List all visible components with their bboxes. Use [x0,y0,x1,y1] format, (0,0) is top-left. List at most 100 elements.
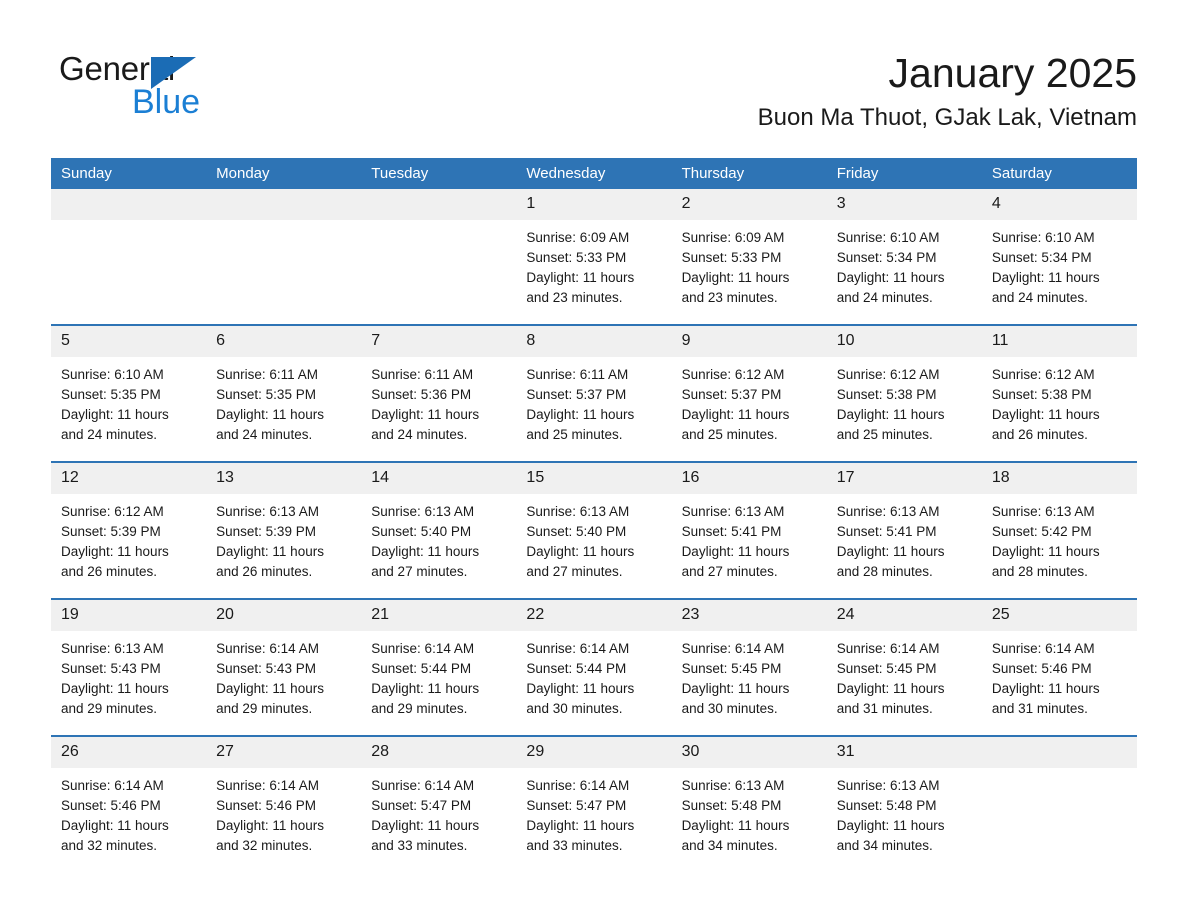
daylight-text-line1: Daylight: 11 hours [371,544,480,559]
calendar-day-cell[interactable]: 24 Sunrise: 6:14 AM Sunset: 5:45 PM Dayligh… [826,598,982,736]
calendar-day-cell[interactable]: 31 Sunrise: 6:13 AM Sunset: 5:48 PM Dayligh… [826,735,982,872]
day-details: Sunrise: 6:10 AM Sunset: 5:34 PM Daylight:… [827,220,982,308]
day-details: Sunrise: 6:10 AM Sunset: 5:35 PM Daylight:… [51,357,206,445]
calendar-day-cell[interactable]: 17 Sunrise: 6:13 AM Sunset: 5:41 PM Dayligh… [826,461,982,599]
calendar-day-cell[interactable]: 25 Sunrise: 6:14 AM Sunset: 5:46 PM Dayligh… [981,598,1137,736]
day-details: Sunrise: 6:12 AM Sunset: 5:39 PM Daylight:… [51,494,206,582]
calendar-day-cell[interactable]: 5 Sunrise: 6:10 AM Sunset: 5:35 PM Daylight… [51,324,207,462]
calendar-day-cell-empty [206,189,362,325]
day-number: 18 [981,463,1137,494]
calendar-day-cell[interactable]: 6 Sunrise: 6:11 AM Sunset: 5:35 PM Daylight… [206,324,362,462]
sunset-text: Sunset: 5:34 PM [991,250,1092,265]
calendar-day-cell[interactable]: 16 Sunrise: 6:13 AM Sunset: 5:41 PM Dayligh… [671,461,827,599]
day-details: Sunrise: 6:11 AM Sunset: 5:35 PM Daylight:… [206,357,361,445]
sunset-text: Sunset: 5:45 PM [836,661,937,676]
sunrise-text: Sunrise: 6:11 AM [216,367,318,382]
calendar-day-cell[interactable]: 23 Sunrise: 6:14 AM Sunset: 5:45 PM Dayligh… [671,598,827,736]
daylight-text-line2: and 33 minutes. [526,838,623,853]
day-number: 29 [516,737,672,768]
sunrise-text: Sunrise: 6:14 AM [216,778,319,793]
calendar-day-cell[interactable]: 18 Sunrise: 6:13 AM Sunset: 5:42 PM Dayligh… [981,461,1137,599]
daylight-text-line2: and 24 minutes. [371,427,468,442]
sunrise-text: Sunrise: 6:12 AM [991,367,1095,382]
calendar-day-cell[interactable]: 27 Sunrise: 6:14 AM Sunset: 5:46 PM Dayligh… [206,735,362,872]
day-number: 14 [361,463,517,494]
calendar-day-cell[interactable]: 11 Sunrise: 6:12 AM Sunset: 5:38 PM Dayligh… [981,324,1137,462]
sunrise-text: Sunrise: 6:14 AM [216,641,319,656]
daylight-text-line2: and 31 minutes. [991,701,1088,716]
calendar-day-cell[interactable]: 9 Sunrise: 6:12 AM Sunset: 5:37 PM Daylight… [671,324,827,462]
day-number: 16 [671,463,827,494]
daylight-text-line2: and 25 minutes. [836,427,933,442]
calendar-day-cell[interactable]: 30 Sunrise: 6:13 AM Sunset: 5:48 PM Dayligh… [671,735,827,872]
calendar-day-cell[interactable]: 7 Sunrise: 6:11 AM Sunset: 5:36 PM Daylight… [361,324,517,462]
daylight-text-line1: Daylight: 11 hours [216,407,324,422]
calendar-day-cell[interactable]: 19 Sunrise: 6:13 AM Sunset: 5:43 PM Dayligh… [51,598,207,736]
sunrise-text: Sunrise: 6:10 AM [836,230,940,245]
calendar-day-cell-empty [361,189,517,325]
sunrise-text: Sunrise: 6:13 AM [836,778,940,793]
general-blue-logo: General Blue [59,52,279,122]
calendar-day-cell[interactable]: 10 Sunrise: 6:12 AM Sunset: 5:38 PM Dayligh… [826,324,982,462]
calendar-day-cell[interactable]: 22 Sunrise: 6:14 AM Sunset: 5:44 PM Dayligh… [516,598,672,736]
sunset-text: Sunset: 5:33 PM [526,250,627,265]
daylight-text-line1: Daylight: 11 hours [681,681,790,696]
sunset-text: Sunset: 5:44 PM [371,661,472,676]
sunrise-text: Sunrise: 6:09 AM [526,230,630,245]
sunrise-text: Sunrise: 6:13 AM [526,504,630,519]
day-details: Sunrise: 6:10 AM Sunset: 5:34 PM Daylight:… [982,220,1137,308]
sunrise-text: Sunrise: 6:13 AM [216,504,319,519]
daylight-text-line2: and 28 minutes. [991,564,1088,579]
calendar-table: Sunday Monday Tuesday Wednesday Thursday… [51,158,1137,872]
weekday-header-wednesday: Wednesday [516,158,672,189]
daylight-text-line1: Daylight: 11 hours [836,407,945,422]
calendar-day-cell[interactable]: 14 Sunrise: 6:13 AM Sunset: 5:40 PM Dayligh… [361,461,517,599]
weekday-header-friday: Friday [826,158,982,189]
sunset-text: Sunset: 5:45 PM [681,661,782,676]
sunset-text: Sunset: 5:39 PM [216,524,316,539]
day-number: 24 [826,600,982,631]
calendar-day-cell[interactable]: 4 Sunrise: 6:10 AM Sunset: 5:34 PM Daylight… [981,189,1137,325]
calendar-day-cell[interactable]: 13 Sunrise: 6:13 AM Sunset: 5:39 PM Dayligh… [206,461,362,599]
day-number: 21 [361,600,517,631]
calendar-day-cell[interactable]: 20 Sunrise: 6:14 AM Sunset: 5:43 PM Dayligh… [206,598,362,736]
day-details: Sunrise: 6:12 AM Sunset: 5:38 PM Daylight:… [982,357,1137,445]
calendar-day-cell[interactable]: 15 Sunrise: 6:13 AM Sunset: 5:40 PM Dayligh… [516,461,672,599]
calendar-day-cell[interactable]: 26 Sunrise: 6:14 AM Sunset: 5:46 PM Dayligh… [51,735,207,872]
sunrise-text: Sunrise: 6:14 AM [371,778,475,793]
sunrise-text: Sunrise: 6:14 AM [836,641,940,656]
sunrise-text: Sunrise: 6:09 AM [681,230,785,245]
calendar-day-cell[interactable]: 21 Sunrise: 6:14 AM Sunset: 5:44 PM Dayligh… [361,598,517,736]
sunset-text: Sunset: 5:38 PM [991,387,1092,402]
sunrise-text: Sunrise: 6:14 AM [371,641,475,656]
day-number [981,737,1137,768]
sunset-text: Sunset: 5:38 PM [836,387,937,402]
daylight-text-line1: Daylight: 11 hours [371,818,480,833]
sunrise-text: Sunrise: 6:14 AM [526,641,630,656]
calendar-day-cell[interactable]: 28 Sunrise: 6:14 AM Sunset: 5:47 PM Dayligh… [361,735,517,872]
calendar-day-cell[interactable]: 12 Sunrise: 6:12 AM Sunset: 5:39 PM Dayligh… [51,461,207,599]
sunset-text: Sunset: 5:48 PM [681,798,782,813]
day-number [206,189,362,220]
daylight-text-line2: and 30 minutes. [681,701,778,716]
calendar-day-cell[interactable]: 8 Sunrise: 6:11 AM Sunset: 5:37 PM Daylight… [516,324,672,462]
daylight-text-line2: and 31 minutes. [836,701,933,716]
daylight-text-line1: Daylight: 11 hours [681,407,790,422]
daylight-text-line1: Daylight: 11 hours [526,270,635,285]
calendar-day-cell[interactable]: 29 Sunrise: 6:14 AM Sunset: 5:47 PM Dayligh… [516,735,672,872]
calendar-day-cell[interactable]: 2 Sunrise: 6:09 AM Sunset: 5:33 PM Daylight… [671,189,827,325]
daylight-text-line2: and 25 minutes. [526,427,623,442]
daylight-text-line2: and 27 minutes. [371,564,468,579]
day-details: Sunrise: 6:12 AM Sunset: 5:37 PM Daylight:… [672,357,827,445]
daylight-text-line2: and 29 minutes. [216,701,313,716]
calendar-day-cell[interactable]: 3 Sunrise: 6:10 AM Sunset: 5:34 PM Daylight… [826,189,982,325]
daylight-text-line1: Daylight: 11 hours [836,681,945,696]
calendar-week-row: 19 Sunrise: 6:13 AM Sunset: 5:43 PM Dayligh… [51,598,1137,736]
day-number: 9 [671,326,827,357]
sunset-text: Sunset: 5:33 PM [681,250,782,265]
sunrise-text: Sunrise: 6:13 AM [681,504,785,519]
daylight-text-line2: and 24 minutes. [836,290,933,305]
daylight-text-line2: and 26 minutes. [61,564,158,579]
calendar-day-cell[interactable]: 1 Sunrise: 6:09 AM Sunset: 5:33 PM Daylight… [516,189,672,325]
daylight-text-line2: and 24 minutes. [216,427,313,442]
